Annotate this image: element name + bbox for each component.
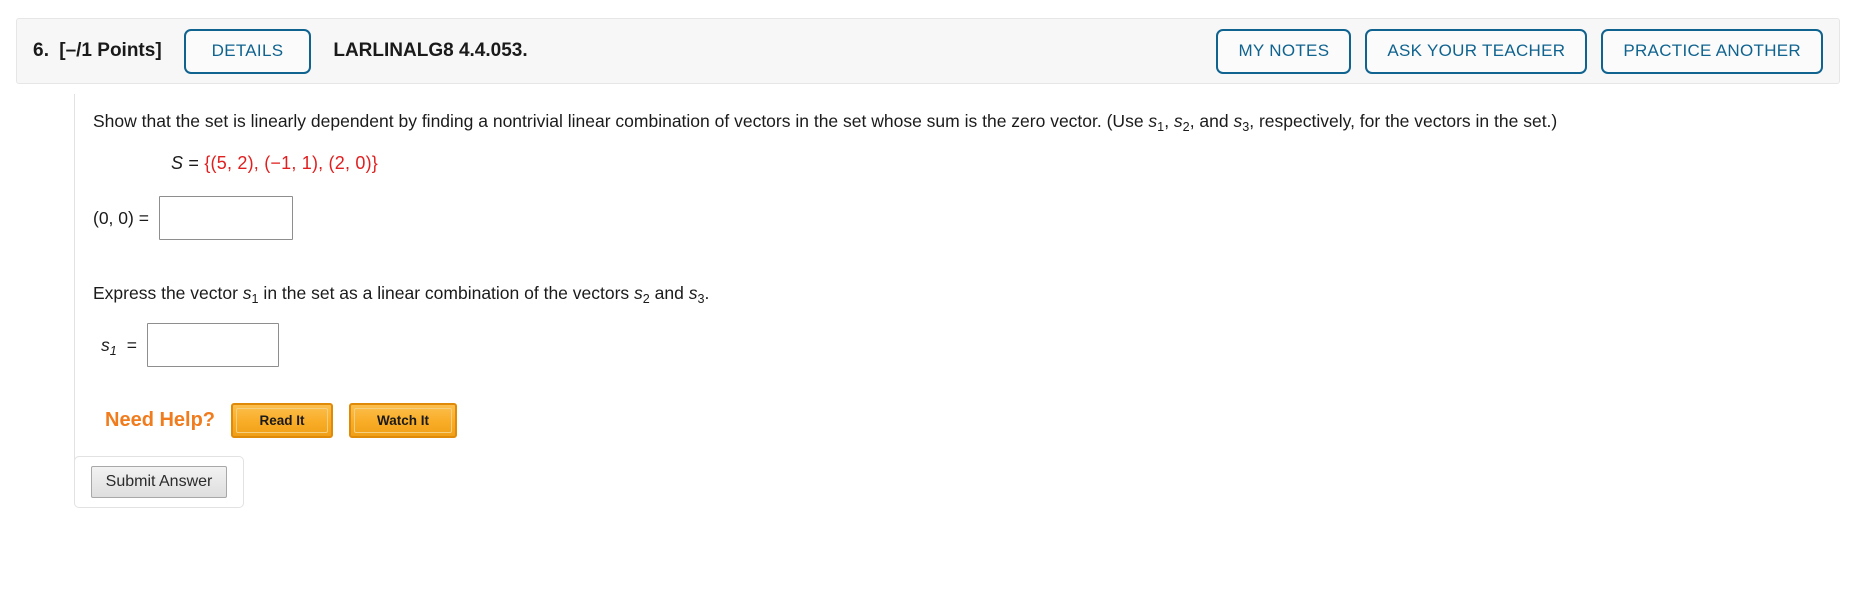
question-page: 6. [–/1 Points] DETAILS LARLINALG8 4.4.0… <box>0 0 1856 606</box>
need-help-label: Need Help? <box>105 409 216 431</box>
vector2-y: 1 <box>301 153 312 173</box>
question-prompt: Show that the set is linearly dependent … <box>93 108 1793 137</box>
express-text-part1: Express the vector <box>93 283 243 303</box>
read-it-button[interactable]: Read It <box>231 403 334 438</box>
set-mid2: ), ( <box>311 153 335 173</box>
practice-another-button-label: PRACTICE ANOTHER <box>1623 41 1801 60</box>
practice-another-button[interactable]: PRACTICE ANOTHER <box>1601 28 1823 74</box>
vector2-x: −1 <box>270 153 292 173</box>
prompt-text-part1: Show that the set is linearly dependent … <box>93 111 1149 131</box>
ask-your-teacher-button-label: ASK YOUR TEACHER <box>1387 41 1566 60</box>
question-body: Show that the set is linearly dependent … <box>74 94 1840 500</box>
set-mid1: ), ( <box>247 153 271 173</box>
vector1-y: 2 <box>237 153 248 173</box>
express-var-s2: s <box>634 283 643 303</box>
set-definition: S = {(5, 2), (−1, 1), (2, 0)} <box>171 153 1840 174</box>
details-button-label: DETAILS <box>211 41 284 60</box>
vector1-sep: , <box>226 153 238 173</box>
vector3-x: 2 <box>334 153 345 173</box>
vector2-sep: , <box>291 153 302 173</box>
need-help-section: Need Help? Read It Watch It <box>105 403 1840 438</box>
s1-answer-input[interactable] <box>147 323 279 367</box>
s1-answer-equals: = <box>126 334 137 355</box>
watch-it-button-label: Watch It <box>354 408 453 433</box>
submit-answer-button[interactable]: Submit Answer <box>90 466 228 498</box>
set-name: S <box>171 153 184 173</box>
prompt-var-s1: s <box>1148 111 1158 131</box>
prompt-sep1: , <box>1164 111 1174 131</box>
express-text-part3: and <box>649 283 689 303</box>
zero-vector-label: (0, 0) = <box>93 207 149 228</box>
zero-vector-answer-row: (0, 0) = <box>93 196 1840 240</box>
my-notes-button-label: MY NOTES <box>1238 41 1330 60</box>
s1-answer-label-var: s <box>101 334 110 355</box>
set-equals: = <box>188 153 200 173</box>
prompt-var-s2-sub: 2 <box>1182 120 1190 135</box>
vector3-sep: , <box>344 153 356 173</box>
vector3-y: 0 <box>355 153 366 173</box>
question-header: 6. [–/1 Points] DETAILS LARLINALG8 4.4.0… <box>16 18 1840 84</box>
express-var-s2-sub: 2 <box>642 292 650 307</box>
question-number: 6. <box>33 40 50 61</box>
submit-answer-container: Submit Answer <box>74 456 244 508</box>
prompt-var-s3-sub: 3 <box>1242 120 1250 135</box>
set-close-brace: )} <box>365 153 378 173</box>
express-var-s1-sub: 1 <box>251 292 259 307</box>
express-text-part2: in the set as a linear combination of th… <box>258 283 635 303</box>
details-button[interactable]: DETAILS <box>183 28 312 74</box>
express-var-s1: s <box>242 283 252 303</box>
my-notes-button[interactable]: MY NOTES <box>1216 28 1352 74</box>
prompt-var-s3: s <box>1233 111 1243 131</box>
points-badge: [–/1 Points] <box>59 40 162 61</box>
express-text-part4: . <box>704 283 710 303</box>
vector1-x: 5 <box>216 153 227 173</box>
ask-your-teacher-button[interactable]: ASK YOUR TEACHER <box>1365 28 1588 74</box>
prompt-var-s2: s <box>1173 111 1183 131</box>
read-it-button-label: Read It <box>236 408 329 433</box>
header-actions: MY NOTES ASK YOUR TEACHER PRACTICE ANOTH… <box>1216 28 1823 74</box>
s1-answer-label-sub: 1 <box>109 343 117 358</box>
zero-vector-answer-input[interactable] <box>158 196 293 240</box>
question-code: LARLINALG8 4.4.053. <box>333 40 528 61</box>
prompt-var-s1-sub: 1 <box>1157 120 1165 135</box>
s1-answer-row: s1 = <box>101 323 1840 367</box>
set-open-brace: {( <box>204 153 217 173</box>
watch-it-button[interactable]: Watch It <box>349 403 458 438</box>
prompt-text-part2: , respectively, for the vectors in the s… <box>1249 111 1558 131</box>
express-instruction: Express the vector s1 in the set as a li… <box>93 280 1840 309</box>
s1-answer-label: s1 <box>101 334 117 358</box>
express-var-s3-sub: 3 <box>697 292 705 307</box>
express-var-s3: s <box>688 283 698 303</box>
prompt-sep2: , and <box>1189 111 1234 131</box>
